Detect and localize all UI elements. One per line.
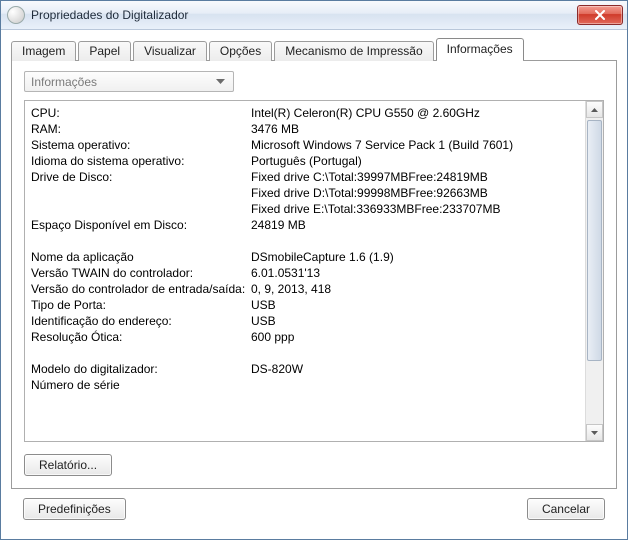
close-icon — [594, 10, 606, 20]
label-twain: Versão TWAIN do controlador: — [31, 265, 251, 281]
list-item: Idioma do sistema operativo: Português (… — [31, 153, 579, 169]
label-port-type: Tipo de Porta: — [31, 297, 251, 313]
list-item: Fixed drive E:\Total:336933MBFree:233707… — [31, 201, 579, 217]
close-button[interactable] — [577, 5, 623, 25]
label-addr-id: Identificação do endereço: — [31, 313, 251, 329]
label-os: Sistema operativo: — [31, 137, 251, 153]
window-title: Propriedades do Digitalizador — [31, 8, 577, 22]
defaults-button[interactable]: Predefinições — [23, 498, 126, 520]
tab-informacoes[interactable]: Informações — [436, 38, 524, 60]
value-addr-id: USB — [251, 313, 579, 329]
tab-visualizar[interactable]: Visualizar — [133, 41, 207, 61]
value-optical-res: 600 ppp — [251, 329, 579, 345]
label-optical-res: Resolução Ótica: — [31, 329, 251, 345]
info-list: CPU: Intel(R) Celeron(R) CPU G550 @ 2.60… — [24, 100, 604, 442]
tab-strip: Imagem Papel Visualizar Opções Mecanismo… — [11, 38, 617, 60]
list-item: Identificação do endereço: USB — [31, 313, 579, 329]
value-disk-2: Fixed drive E:\Total:336933MBFree:233707… — [251, 201, 579, 217]
tab-imagem[interactable]: Imagem — [11, 41, 76, 61]
report-button[interactable]: Relatório... — [24, 454, 112, 476]
cancel-button[interactable]: Cancelar — [527, 498, 605, 520]
list-item: Nome da aplicação DSmobileCapture 1.6 (1… — [31, 249, 579, 265]
value-os-lang: Português (Portugal) — [251, 153, 579, 169]
chevron-down-icon — [212, 73, 229, 90]
label-ram: RAM: — [31, 121, 251, 137]
list-item: RAM: 3476 MB — [31, 121, 579, 137]
chevron-up-icon — [591, 108, 598, 112]
list-item: Número de série — [31, 377, 579, 393]
label-io-driver: Versão do controlador de entrada/saída: — [31, 281, 251, 297]
bottom-bar: Predefinições Cancelar — [11, 489, 617, 529]
value-disk-1: Fixed drive D:\Total:99998MBFree:92663MB — [251, 185, 579, 201]
label-serial: Número de série — [31, 377, 251, 393]
value-os: Microsoft Windows 7 Service Pack 1 (Buil… — [251, 137, 579, 153]
list-item: Espaço Disponível em Disco: 24819 MB — [31, 217, 579, 233]
title-bar: Propriedades do Digitalizador — [1, 1, 627, 30]
list-item: Versão TWAIN do controlador: 6.01.0531'1… — [31, 265, 579, 281]
app-icon — [7, 6, 25, 24]
list-item: Modelo do digitalizador: DS-820W — [31, 361, 579, 377]
list-item: Resolução Ótica: 600 ppp — [31, 329, 579, 345]
value-port-type: USB — [251, 297, 579, 313]
dialog-window: Propriedades do Digitalizador Imagem Pap… — [0, 0, 628, 540]
value-twain: 6.01.0531'13 — [251, 265, 579, 281]
value-serial — [251, 377, 579, 393]
dropdown-selected: Informações — [31, 75, 97, 89]
list-item: Tipo de Porta: USB — [31, 297, 579, 313]
label-app-name: Nome da aplicação — [31, 249, 251, 265]
info-category-dropdown[interactable]: Informações — [24, 71, 234, 92]
list-item: Versão do controlador de entrada/saída: … — [31, 281, 579, 297]
tab-panel-informacoes: Informações CPU: Intel(R) Celeron(R) CPU… — [11, 60, 617, 489]
value-ram: 3476 MB — [251, 121, 579, 137]
list-item: CPU: Intel(R) Celeron(R) CPU G550 @ 2.60… — [31, 105, 579, 121]
label-scanner-model: Modelo do digitalizador: — [31, 361, 251, 377]
scroll-thumb[interactable] — [587, 120, 602, 361]
value-disk-0: Fixed drive C:\Total:39997MBFree:24819MB — [251, 169, 579, 185]
vertical-scrollbar[interactable] — [585, 101, 603, 441]
value-free-space: 24819 MB — [251, 217, 579, 233]
value-io-driver: 0, 9, 2013, 418 — [251, 281, 579, 297]
value-cpu: Intel(R) Celeron(R) CPU G550 @ 2.60GHz — [251, 105, 579, 121]
report-row: Relatório... — [24, 454, 604, 476]
scroll-down-button[interactable] — [586, 424, 603, 441]
tab-mecanismo[interactable]: Mecanismo de Impressão — [274, 41, 433, 61]
tab-opcoes[interactable]: Opções — [209, 41, 272, 61]
value-scanner-model: DS-820W — [251, 361, 579, 377]
list-item: Drive de Disco: Fixed drive C:\Total:399… — [31, 169, 579, 185]
value-app-name: DSmobileCapture 1.6 (1.9) — [251, 249, 579, 265]
label-disk: Drive de Disco: — [31, 169, 251, 185]
list-item: Fixed drive D:\Total:99998MBFree:92663MB — [31, 185, 579, 201]
scroll-up-button[interactable] — [586, 101, 603, 118]
label-os-lang: Idioma do sistema operativo: — [31, 153, 251, 169]
client-area: Imagem Papel Visualizar Opções Mecanismo… — [1, 30, 627, 539]
label-free-space: Espaço Disponível em Disco: — [31, 217, 251, 233]
scroll-track[interactable] — [586, 118, 603, 424]
chevron-down-icon — [591, 431, 598, 435]
label-cpu: CPU: — [31, 105, 251, 121]
tab-papel[interactable]: Papel — [78, 41, 131, 61]
info-content: CPU: Intel(R) Celeron(R) CPU G550 @ 2.60… — [25, 101, 585, 441]
list-item: Sistema operativo: Microsoft Windows 7 S… — [31, 137, 579, 153]
